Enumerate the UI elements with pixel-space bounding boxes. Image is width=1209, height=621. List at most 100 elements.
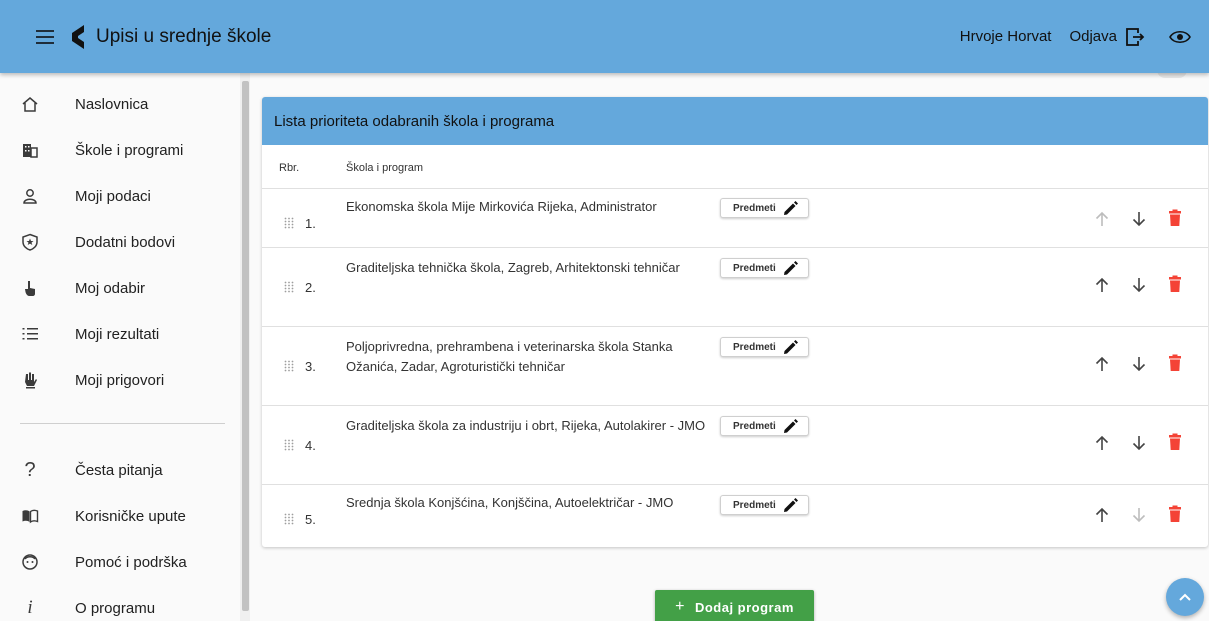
sidebar-item-label: Naslovnica: [75, 95, 149, 113]
move-down-icon[interactable]: [1130, 210, 1148, 228]
sidebar-divider: [20, 423, 225, 424]
table-header: Rbr. Škola i program: [262, 145, 1208, 189]
row-number: 3.: [305, 359, 316, 374]
move-up-icon[interactable]: [1093, 506, 1111, 524]
table-row: 5. Srednja škola Konjšćina, Konjščina, A…: [262, 485, 1208, 544]
logout-label: Odjava: [1069, 28, 1117, 45]
logout-button[interactable]: Odjava: [1069, 27, 1145, 47]
sidebar-item-dodatni-bodovi[interactable]: Dodatni bodovi: [0, 219, 240, 265]
pencil-icon: [784, 340, 798, 354]
building-icon: [20, 140, 40, 160]
drag-handle-icon[interactable]: [284, 439, 294, 451]
row-number: 1.: [305, 216, 316, 231]
user-name: Hrvoje Horvat: [959, 28, 1052, 45]
pencil-icon: [784, 498, 798, 512]
shield-star-icon: [20, 232, 40, 252]
pointer-hand-icon: [20, 278, 40, 298]
table-row: 3. Poljoprivredna, prehrambena i veterin…: [262, 327, 1208, 406]
subjects-button[interactable]: Predmeti: [720, 416, 809, 436]
table-row: 1. Ekonomska škola Mije Mirkovića Rijeka…: [262, 189, 1208, 248]
sidebar-item-moji-podaci[interactable]: Moji podaci: [0, 173, 240, 219]
school-program-text: Srednja škola Konjšćina, Konjščina, Auto…: [346, 495, 674, 510]
delete-icon[interactable]: [1166, 354, 1184, 372]
subjects-button[interactable]: Predmeti: [720, 495, 809, 515]
sidebar-item-naslovnica[interactable]: Naslovnica: [0, 81, 240, 127]
drag-handle-icon[interactable]: [284, 217, 294, 229]
subjects-button[interactable]: Predmeti: [720, 198, 809, 218]
sidebar-item-o-programu[interactable]: i O programu: [0, 585, 240, 621]
column-header-rbr: Rbr.: [279, 162, 300, 174]
sidebar-item-moj-odabir[interactable]: Moj odabir: [0, 265, 240, 311]
drag-handle-icon[interactable]: [284, 513, 294, 525]
subjects-button-label: Predmeti: [733, 420, 776, 432]
priority-list-card: Lista prioriteta odabranih škola i progr…: [262, 97, 1208, 547]
visibility-icon[interactable]: [1169, 29, 1191, 45]
table-row: 2. Graditeljska tehnička škola, Zagreb, …: [262, 248, 1208, 327]
pencil-icon: [784, 419, 798, 433]
school-program-text: Graditeljska škola za industriju i obrt,…: [346, 418, 706, 433]
add-program-button[interactable]: + Dodaj program: [655, 590, 814, 621]
row-number: 5.: [305, 512, 316, 527]
sidebar-item-moji-prigovori[interactable]: Moji prigovori: [0, 357, 240, 403]
raised-hand-icon: [20, 370, 40, 390]
sidebar-item-label: O programu: [75, 599, 156, 617]
school-program-text: Graditeljska tehnička škola, Zagreb, Arh…: [346, 260, 680, 275]
subjects-button-label: Predmeti: [733, 202, 776, 214]
subjects-button-label: Predmeti: [733, 262, 776, 274]
pencil-icon: [784, 201, 798, 215]
drag-handle-icon[interactable]: [284, 360, 294, 372]
move-up-icon[interactable]: [1093, 210, 1111, 228]
logout-icon: [1126, 27, 1145, 46]
school-program-text: Ekonomska škola Mije Mirkovića Rijeka, A…: [346, 199, 657, 214]
sidebar-scrollbar-thumb[interactable]: [242, 81, 249, 611]
sidebar-item-label: Škole i programi: [75, 141, 184, 159]
sidebar-item-label: Česta pitanja: [75, 461, 163, 479]
card-title: Lista prioriteta odabranih škola i progr…: [262, 97, 1208, 145]
move-down-icon[interactable]: [1130, 506, 1148, 524]
book-icon: [20, 506, 40, 526]
info-icon: i: [27, 597, 33, 618]
app-title: Upisi u srednje škole: [96, 25, 272, 47]
move-down-icon[interactable]: [1130, 434, 1148, 452]
delete-icon[interactable]: [1166, 433, 1184, 451]
list-icon: [20, 324, 40, 344]
home-icon: [20, 94, 40, 114]
pencil-icon: [784, 261, 798, 275]
delete-icon[interactable]: [1166, 209, 1184, 227]
sidebar-item-label: Moji prigovori: [75, 371, 165, 389]
question-icon: ?: [24, 458, 36, 481]
sidebar-item-moji-rezultati[interactable]: Moji rezultati: [0, 311, 240, 357]
subjects-button-label: Predmeti: [733, 499, 776, 511]
add-program-label: Dodaj program: [694, 599, 794, 615]
sidebar-item-label: Pomoć i podrška: [75, 553, 187, 571]
move-down-icon[interactable]: [1130, 276, 1148, 294]
move-up-icon[interactable]: [1093, 276, 1111, 294]
column-header-school: Škola i program: [346, 162, 424, 174]
drag-handle-icon[interactable]: [284, 281, 294, 293]
move-up-icon[interactable]: [1093, 355, 1111, 373]
sidebar-item-skole[interactable]: Škole i programi: [0, 127, 240, 173]
sidebar-item-label: Dodatni bodovi: [75, 233, 176, 251]
sidebar-item-cesta-pitanja[interactable]: ? Česta pitanja: [0, 447, 240, 493]
sidebar-item-korisnicke-upute[interactable]: Korisničke upute: [0, 493, 240, 539]
chevron-up-icon: [1179, 593, 1191, 601]
sidebar-item-label: Moji rezultati: [75, 325, 160, 343]
subjects-button-label: Predmeti: [733, 341, 776, 353]
table-row: 4. Graditeljska škola za industriju i ob…: [262, 406, 1208, 485]
row-number: 4.: [305, 438, 316, 453]
logo-icon: [72, 24, 84, 49]
row-number: 2.: [305, 280, 316, 295]
sidebar-item-pomoc-podrska[interactable]: Pomoć i podrška: [0, 539, 240, 585]
sidebar: Naslovnica Škole i programi Moji podaci …: [0, 73, 252, 621]
move-up-icon[interactable]: [1093, 434, 1111, 452]
subjects-button[interactable]: Predmeti: [720, 258, 809, 278]
top-app-bar: Upisi u srednje škole Hrvoje Horvat Odja…: [0, 0, 1209, 73]
delete-icon[interactable]: [1166, 505, 1184, 523]
delete-icon[interactable]: [1166, 275, 1184, 293]
support-icon: [20, 552, 40, 572]
scroll-to-top-button[interactable]: [1166, 578, 1204, 616]
subjects-button[interactable]: Predmeti: [720, 337, 809, 357]
move-down-icon[interactable]: [1130, 355, 1148, 373]
menu-icon[interactable]: [36, 29, 54, 44]
sidebar-item-label: Moji podaci: [75, 187, 151, 205]
